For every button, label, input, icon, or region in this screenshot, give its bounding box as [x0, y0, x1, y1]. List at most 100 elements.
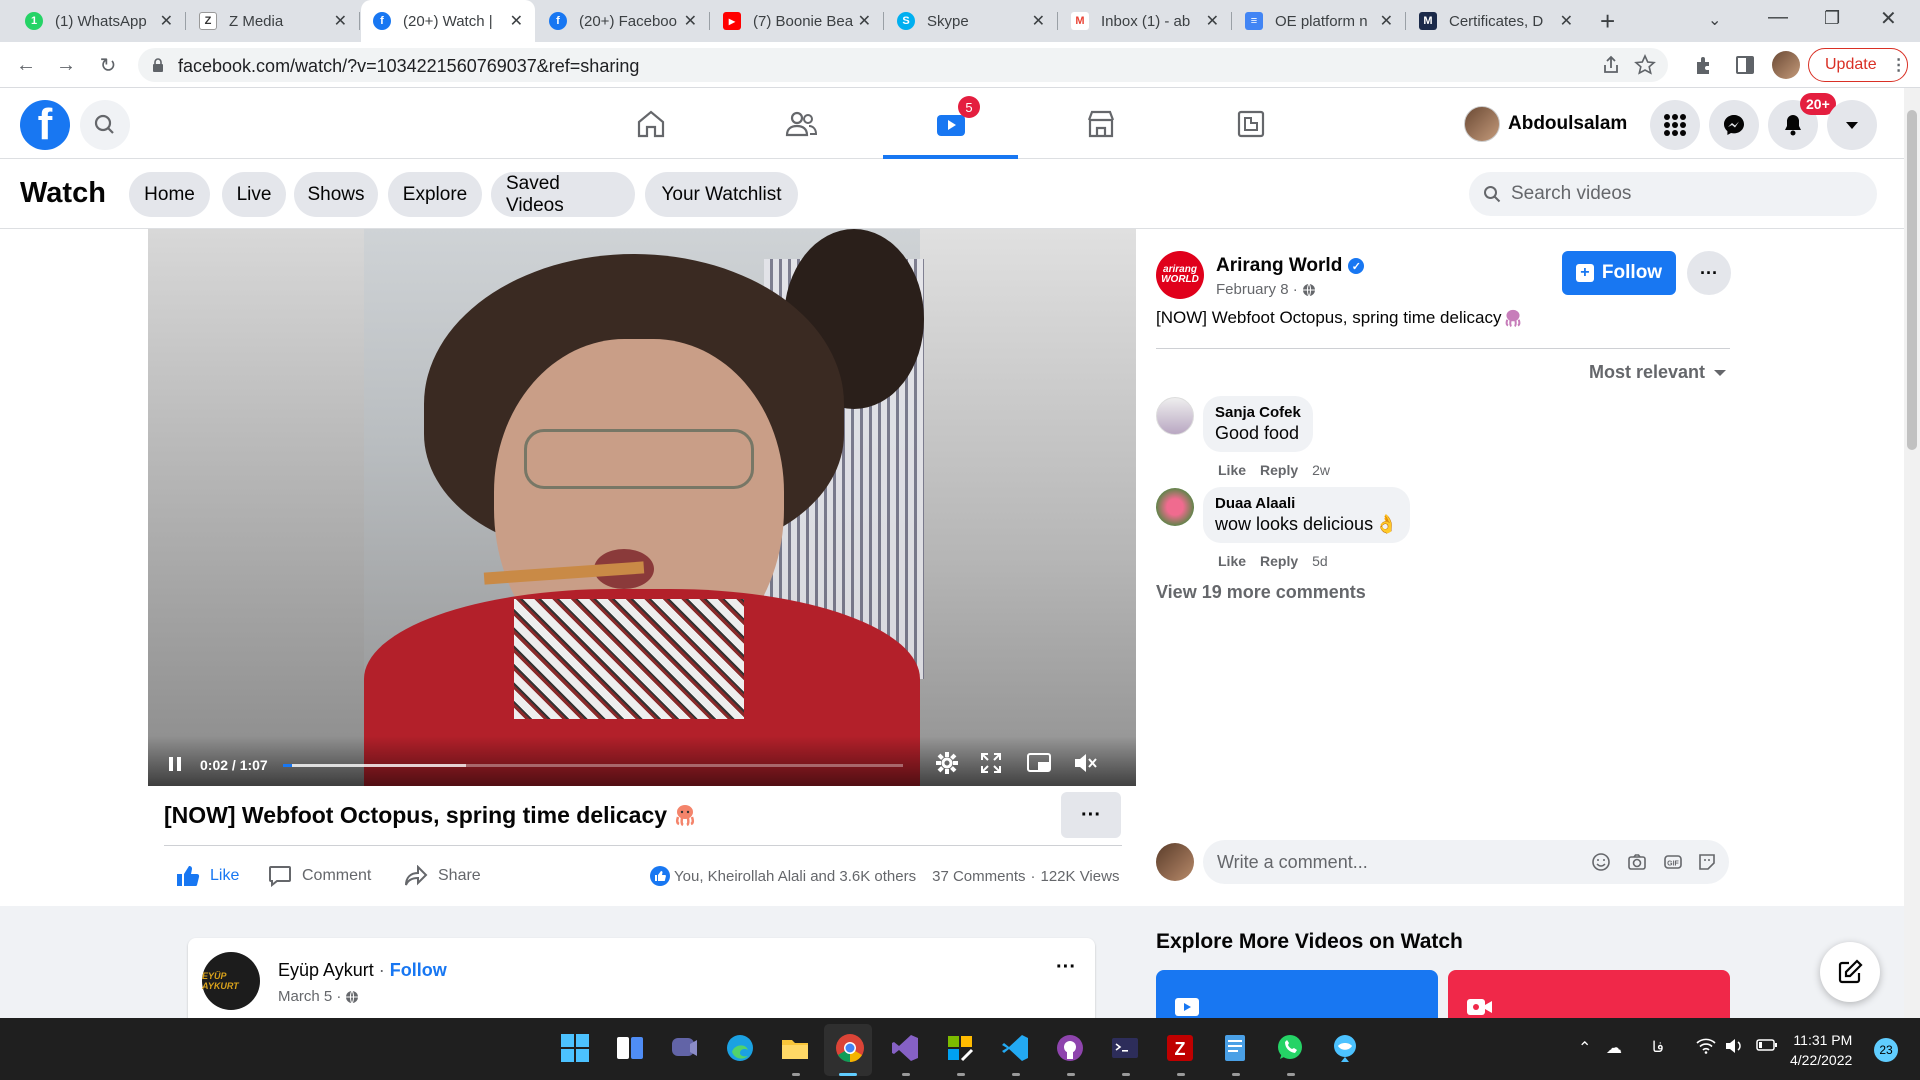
close-tab-icon[interactable]: ✕ [1206, 11, 1219, 31]
color-picker-app-icon[interactable] [944, 1032, 976, 1064]
browser-tab[interactable]: M Inbox (1) - ab ✕ [1059, 0, 1232, 42]
whatsapp-icon[interactable] [1274, 1032, 1306, 1064]
browser-tab-active[interactable]: f (20+) Watch | ✕ [361, 0, 535, 42]
comment-avatar[interactable] [1156, 488, 1194, 526]
close-tab-icon[interactable]: ✕ [334, 11, 347, 31]
comment-age[interactable]: 5d [1312, 553, 1328, 569]
side-panel-icon[interactable] [1734, 54, 1756, 76]
profile-shortcut[interactable]: Abdoulsalam [1464, 104, 1627, 144]
pause-icon[interactable] [168, 756, 182, 772]
comment-button[interactable]: Comment [268, 864, 371, 888]
close-tab-icon[interactable]: ✕ [1032, 11, 1045, 31]
mute-icon[interactable] [1072, 750, 1098, 776]
volume-icon[interactable] [1724, 1038, 1744, 1054]
new-tab-icon[interactable]: + [1600, 6, 1615, 37]
menu-button[interactable] [1650, 100, 1700, 150]
new-message-button[interactable] [1820, 942, 1880, 1002]
comment-reply-link[interactable]: Reply [1260, 553, 1298, 569]
update-button[interactable]: Update ⋮ [1808, 48, 1908, 82]
search-button[interactable] [80, 100, 130, 150]
comments-count[interactable]: 37 Comments [932, 868, 1025, 885]
share-icon[interactable] [1600, 54, 1622, 76]
pill-your-watchlist[interactable]: Your Watchlist [645, 172, 798, 217]
close-window-icon[interactable]: ✕ [1880, 6, 1897, 31]
page-avatar[interactable]: arirang WORLD [1156, 251, 1204, 299]
search-videos-input[interactable]: Search videos [1469, 172, 1877, 216]
video-progress-bar[interactable] [283, 764, 903, 767]
post-author-avatar[interactable]: EYÜP AYKURT [202, 952, 260, 1010]
nav-friends[interactable] [733, 94, 868, 154]
github-desktop-icon[interactable] [1054, 1032, 1086, 1064]
write-comment-input[interactable]: Write a comment... GIF [1203, 840, 1729, 884]
close-tab-icon[interactable]: ✕ [1560, 11, 1573, 31]
page-scrollbar[interactable] [1904, 88, 1920, 1018]
comment-author[interactable]: Sanja Cofek [1215, 404, 1301, 421]
browser-tab[interactable]: ≡ OE platform n ✕ [1233, 0, 1406, 42]
address-bar[interactable]: facebook.com/watch/?v=1034221560769037&r… [138, 48, 1668, 82]
comments-sort-dropdown[interactable]: Most relevant [1589, 362, 1727, 383]
like-button[interactable]: Like [176, 864, 239, 888]
camera-icon[interactable] [1627, 852, 1647, 872]
comment-avatar[interactable] [1156, 397, 1194, 435]
browser-tab[interactable]: M Certificates, D ✕ [1407, 0, 1585, 42]
windows-start-icon[interactable] [559, 1032, 591, 1064]
close-tab-icon[interactable]: ✕ [858, 11, 871, 31]
extensions-icon[interactable] [1693, 54, 1715, 76]
browser-tab[interactable]: f (20+) Faceboo ✕ [537, 0, 710, 42]
browser-tab[interactable]: 1 (1) WhatsApp ✕ [13, 0, 186, 42]
pill-explore[interactable]: Explore [388, 172, 482, 217]
gif-icon[interactable]: GIF [1663, 852, 1683, 872]
forward-icon[interactable]: → [52, 51, 80, 79]
view-more-comments-link[interactable]: View 19 more comments [1156, 582, 1366, 603]
pill-home[interactable]: Home [129, 172, 210, 217]
post-more-button[interactable]: ··· [1056, 956, 1076, 979]
filezilla-icon[interactable]: Z [1164, 1032, 1196, 1064]
pill-live[interactable]: Live [222, 172, 286, 217]
page-name[interactable]: Arirang World ✓ [1216, 255, 1365, 277]
comment-like-link[interactable]: Like [1218, 553, 1246, 569]
chrome-profile-avatar[interactable] [1772, 51, 1800, 79]
visual-studio-icon[interactable] [889, 1032, 921, 1064]
reload-icon[interactable]: ↻ [94, 51, 122, 79]
follow-button[interactable]: + Follow [1562, 251, 1676, 295]
video-more-button[interactable]: ··· [1061, 792, 1121, 838]
file-explorer-icon[interactable] [779, 1032, 811, 1064]
bookmark-star-icon[interactable] [1634, 54, 1656, 76]
nav-marketplace[interactable] [1033, 94, 1168, 154]
onedrive-icon[interactable]: ☁ [1606, 1038, 1622, 1058]
teams-chat-icon[interactable] [669, 1032, 701, 1064]
share-button[interactable]: Share [404, 864, 481, 888]
widgets-icon[interactable] [614, 1032, 646, 1064]
close-tab-icon[interactable]: ✕ [160, 11, 173, 31]
settings-gear-icon[interactable] [934, 750, 960, 776]
picture-in-picture-icon[interactable] [1026, 750, 1052, 776]
close-tab-icon[interactable]: ✕ [684, 11, 697, 31]
browser-tab[interactable]: S Skype ✕ [885, 0, 1058, 42]
comment-author[interactable]: Duaa Alaali [1215, 495, 1398, 512]
post-date[interactable]: March 5 · [278, 988, 359, 1005]
sticker-icon[interactable] [1697, 852, 1717, 872]
comment-age[interactable]: 2w [1312, 462, 1330, 478]
back-icon[interactable]: ← [12, 51, 40, 79]
close-tab-icon[interactable]: ✕ [1380, 11, 1393, 31]
emoji-icon[interactable] [1591, 852, 1611, 872]
battery-icon[interactable] [1756, 1038, 1778, 1052]
wifi-icon[interactable] [1696, 1038, 1716, 1054]
photos-app-icon[interactable] [1329, 1032, 1361, 1064]
chrome-icon[interactable] [834, 1032, 866, 1064]
fullscreen-icon[interactable] [978, 750, 1004, 776]
nav-watch[interactable] [883, 94, 1018, 159]
system-clock[interactable]: 11:31 PM 4/22/2022 [1790, 1030, 1852, 1070]
language-indicator[interactable]: فا [1652, 1038, 1664, 1056]
terminal-icon[interactable] [1109, 1032, 1141, 1064]
tab-search-icon[interactable]: ⌄ [1708, 10, 1721, 30]
facebook-logo[interactable]: f [20, 100, 70, 150]
notepad-icon[interactable] [1219, 1032, 1251, 1064]
nav-gaming[interactable] [1183, 94, 1318, 154]
post-author-name[interactable]: Eyüp Aykurt [278, 960, 374, 980]
comment-reply-link[interactable]: Reply [1260, 462, 1298, 478]
messenger-button[interactable] [1709, 100, 1759, 150]
comment-like-link[interactable]: Like [1218, 462, 1246, 478]
page-more-button[interactable]: ··· [1687, 251, 1731, 295]
show-hidden-icons-icon[interactable]: ⌃ [1578, 1038, 1591, 1058]
